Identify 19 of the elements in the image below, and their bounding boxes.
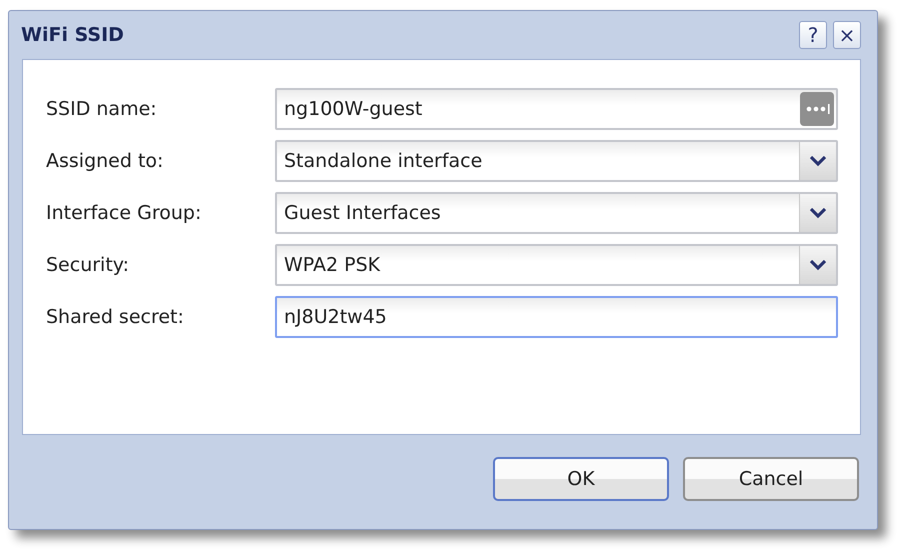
more-icon bbox=[800, 92, 834, 126]
chevron-down-icon bbox=[810, 260, 826, 270]
help-button[interactable]: ? bbox=[799, 21, 827, 49]
ok-button[interactable]: OK bbox=[493, 457, 669, 501]
field-label: Interface Group: bbox=[46, 202, 202, 224]
text-field[interactable]: nJ8U2tw45 bbox=[275, 296, 838, 338]
field-label: SSID name: bbox=[46, 98, 158, 120]
field-label: Shared secret: bbox=[46, 306, 185, 328]
cancel-button[interactable]: Cancel bbox=[683, 457, 859, 501]
window-title: WiFi SSID bbox=[21, 24, 124, 46]
chevron-down-icon bbox=[810, 156, 826, 166]
dropdown[interactable]: WPA2 PSK bbox=[275, 244, 838, 286]
field-label: Assigned to: bbox=[46, 150, 164, 172]
dropdown[interactable]: Guest Interfaces bbox=[275, 192, 838, 234]
chevron-down-icon bbox=[810, 208, 826, 218]
field-label: Security: bbox=[46, 254, 130, 276]
text-field[interactable]: ng100W-guest bbox=[275, 88, 838, 130]
dropdown[interactable]: Standalone interface bbox=[275, 140, 838, 182]
close-button[interactable]: × bbox=[833, 21, 861, 49]
